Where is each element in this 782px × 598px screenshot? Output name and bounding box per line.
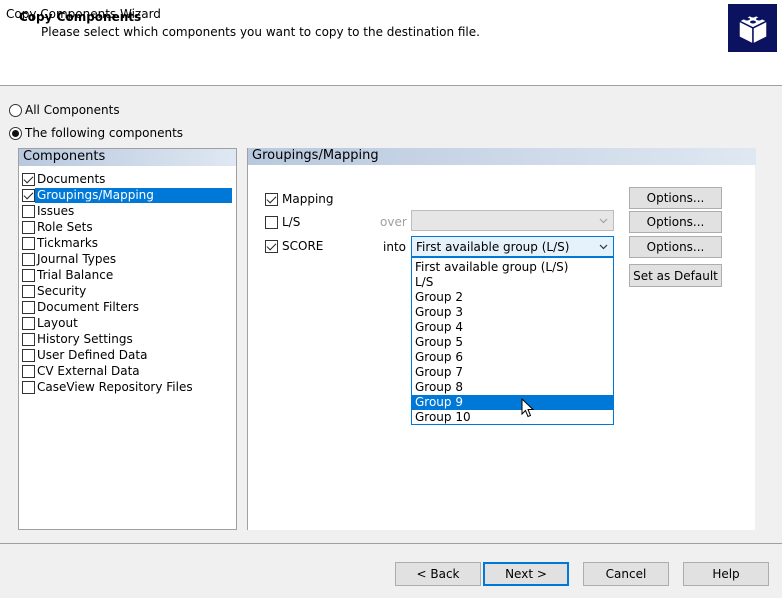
page-title: Copy Components xyxy=(19,10,142,24)
component-checkbox[interactable] xyxy=(22,300,35,314)
radio-all-components[interactable]: All Components xyxy=(9,103,120,117)
component-label: History Settings xyxy=(37,331,133,346)
radio-all-label: All Components xyxy=(25,103,120,117)
dropdown-option[interactable]: Group 9 xyxy=(412,395,613,410)
groupings-header: Groupings/Mapping xyxy=(248,148,756,165)
over-label: over xyxy=(380,215,407,229)
set-as-default-button[interactable]: Set as Default xyxy=(629,264,722,287)
component-item[interactable]: Layout xyxy=(19,315,236,331)
chevron-down-icon xyxy=(599,218,608,223)
mapping-row[interactable]: Mapping xyxy=(265,192,334,206)
ls-group-select[interactable] xyxy=(411,210,614,231)
dropdown-option[interactable]: Group 8 xyxy=(412,380,613,395)
ls-row[interactable]: L/S xyxy=(265,215,300,229)
component-checkbox[interactable] xyxy=(22,204,35,218)
component-item[interactable]: Journal Types xyxy=(19,251,236,267)
back-button[interactable]: < Back xyxy=(395,562,481,586)
dropdown-option[interactable]: Group 3 xyxy=(412,305,613,320)
dropdown-option[interactable]: Group 7 xyxy=(412,365,613,380)
chevron-down-icon xyxy=(599,244,608,249)
component-item[interactable]: Groupings/Mapping xyxy=(19,187,236,203)
components-panel: Components Documents Groupings/Mapping Iss… xyxy=(18,148,237,530)
score-options-button[interactable]: Options... xyxy=(629,236,722,258)
help-button[interactable]: Help xyxy=(683,562,769,586)
component-item[interactable]: User Defined Data xyxy=(19,347,236,363)
component-label: Document Filters xyxy=(37,299,139,314)
component-item[interactable]: CV External Data xyxy=(19,363,236,379)
mouse-cursor-icon xyxy=(521,397,535,421)
component-checkbox[interactable] xyxy=(22,316,35,330)
component-item[interactable]: Security xyxy=(19,283,236,299)
component-checkbox[interactable] xyxy=(22,236,35,250)
dropdown-option[interactable]: Group 10 xyxy=(412,410,613,425)
dropdown-option[interactable]: Group 2 xyxy=(412,290,613,305)
component-checkbox[interactable] xyxy=(22,188,35,202)
cancel-button[interactable]: Cancel xyxy=(583,562,669,586)
component-label: User Defined Data xyxy=(37,347,148,362)
component-label: Journal Types xyxy=(37,251,117,266)
dropdown-option[interactable]: Group 6 xyxy=(412,350,613,365)
component-checkbox[interactable] xyxy=(22,380,35,394)
component-label: Tickmarks xyxy=(37,235,99,250)
component-checkbox[interactable] xyxy=(22,220,35,234)
dropdown-option[interactable]: L/S xyxy=(412,275,613,290)
component-checkbox[interactable] xyxy=(22,252,35,266)
dropdown-option[interactable]: Group 4 xyxy=(412,320,613,335)
ls-options-button[interactable]: Options... xyxy=(629,211,722,233)
page-subtitle: Please select which components you want … xyxy=(41,25,480,39)
component-item[interactable]: CaseView Repository Files xyxy=(19,379,236,395)
component-item[interactable]: History Settings xyxy=(19,331,236,347)
component-label: Groupings/Mapping xyxy=(35,187,232,203)
radio-all-indicator[interactable] xyxy=(9,103,22,117)
mapping-checkbox[interactable] xyxy=(265,192,278,206)
component-label: CaseView Repository Files xyxy=(37,379,193,394)
cube-logo-icon xyxy=(728,4,777,52)
score-group-select[interactable]: First available group (L/S) xyxy=(411,236,614,257)
component-label: Security xyxy=(37,283,87,298)
component-checkbox[interactable] xyxy=(22,284,35,298)
component-item[interactable]: Role Sets xyxy=(19,219,236,235)
component-label: Layout xyxy=(37,315,78,330)
ls-checkbox[interactable] xyxy=(265,215,278,229)
component-label: CV External Data xyxy=(37,363,140,378)
component-label: Documents xyxy=(37,171,106,186)
dropdown-option[interactable]: First available group (L/S) xyxy=(412,260,613,275)
score-combo-value: First available group (L/S) xyxy=(416,239,570,254)
component-label: Role Sets xyxy=(37,219,93,234)
component-checkbox[interactable] xyxy=(22,172,35,186)
component-item[interactable]: Document Filters xyxy=(19,299,236,315)
score-row[interactable]: SCORE xyxy=(265,239,323,253)
mapping-label: Mapping xyxy=(282,192,334,206)
dropdown-option[interactable]: Group 5 xyxy=(412,335,613,350)
score-dropdown-list: First available group (L/S) L/S Group 2 Gro… xyxy=(411,257,614,425)
component-item[interactable]: Documents xyxy=(19,171,236,187)
next-button[interactable]: Next > xyxy=(483,562,569,586)
footer-divider xyxy=(0,543,782,544)
radio-following-label: The following components xyxy=(25,126,184,140)
component-checkbox[interactable] xyxy=(22,348,35,362)
component-item[interactable]: Issues xyxy=(19,203,236,219)
radio-following-indicator[interactable] xyxy=(9,126,22,140)
component-label: Trial Balance xyxy=(37,267,114,282)
component-checkbox[interactable] xyxy=(22,268,35,282)
component-checkbox[interactable] xyxy=(22,364,35,378)
score-checkbox[interactable] xyxy=(265,239,278,253)
components-header: Components xyxy=(19,149,236,166)
component-checkbox[interactable] xyxy=(22,332,35,346)
ls-label: L/S xyxy=(282,215,301,229)
components-list: Documents Groupings/Mapping Issues Role Set… xyxy=(19,166,236,395)
component-item[interactable]: Tickmarks xyxy=(19,235,236,251)
component-item[interactable]: Trial Balance xyxy=(19,267,236,283)
component-label: Issues xyxy=(37,203,75,218)
into-label: into xyxy=(383,240,406,254)
radio-following-components[interactable]: The following components xyxy=(9,126,183,140)
score-label: SCORE xyxy=(282,239,324,253)
mapping-options-button[interactable]: Options... xyxy=(629,187,722,209)
